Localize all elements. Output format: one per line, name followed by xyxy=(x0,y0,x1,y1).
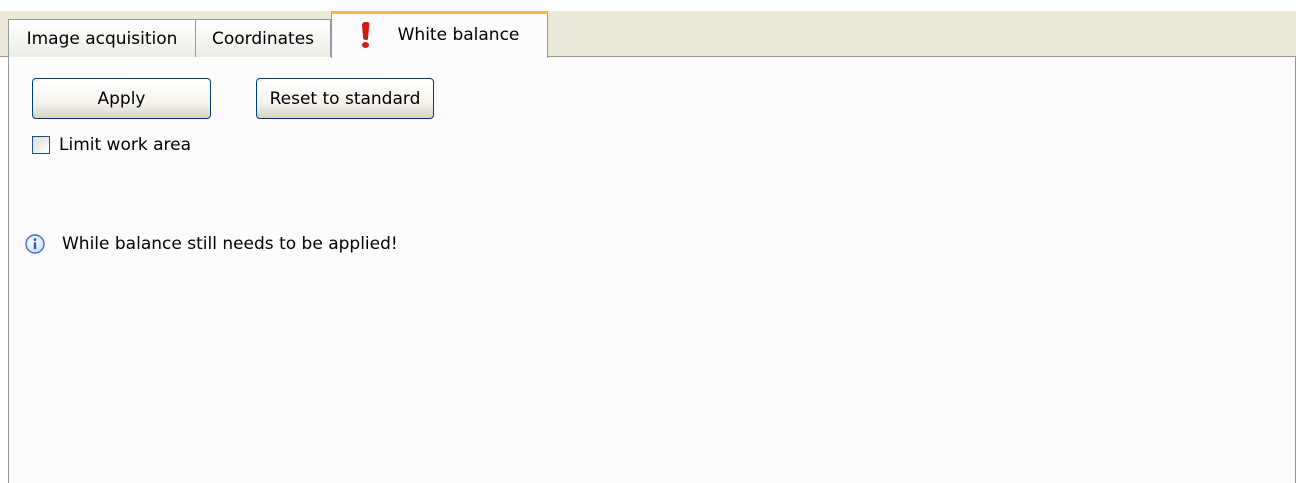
tab-content: White balance xyxy=(360,22,520,48)
limit-work-area-checkbox[interactable] xyxy=(32,136,50,154)
tab-label: White balance xyxy=(397,25,520,45)
top-strip xyxy=(0,0,1296,11)
tab-image-acquisition[interactable]: Image acquisition xyxy=(8,19,196,57)
tab-label: Coordinates xyxy=(211,28,315,49)
warning-exclamation-icon xyxy=(360,22,372,48)
tab-coordinates[interactable]: Coordinates xyxy=(195,19,331,57)
info-text: While balance still needs to be applied! xyxy=(62,234,398,254)
limit-work-area-label: Limit work area xyxy=(59,135,191,155)
reset-to-standard-button[interactable]: Reset to standard xyxy=(256,78,434,119)
limit-work-area-option[interactable]: Limit work area xyxy=(32,135,191,155)
tab-label: Image acquisition xyxy=(26,28,178,49)
white-balance-panel: Apply Reset to standard Limit work area … xyxy=(8,57,1296,483)
info-message: While balance still needs to be applied! xyxy=(25,234,398,254)
info-icon xyxy=(25,234,45,254)
tab-white-balance[interactable]: White balance xyxy=(331,11,548,58)
apply-button[interactable]: Apply xyxy=(32,78,211,119)
